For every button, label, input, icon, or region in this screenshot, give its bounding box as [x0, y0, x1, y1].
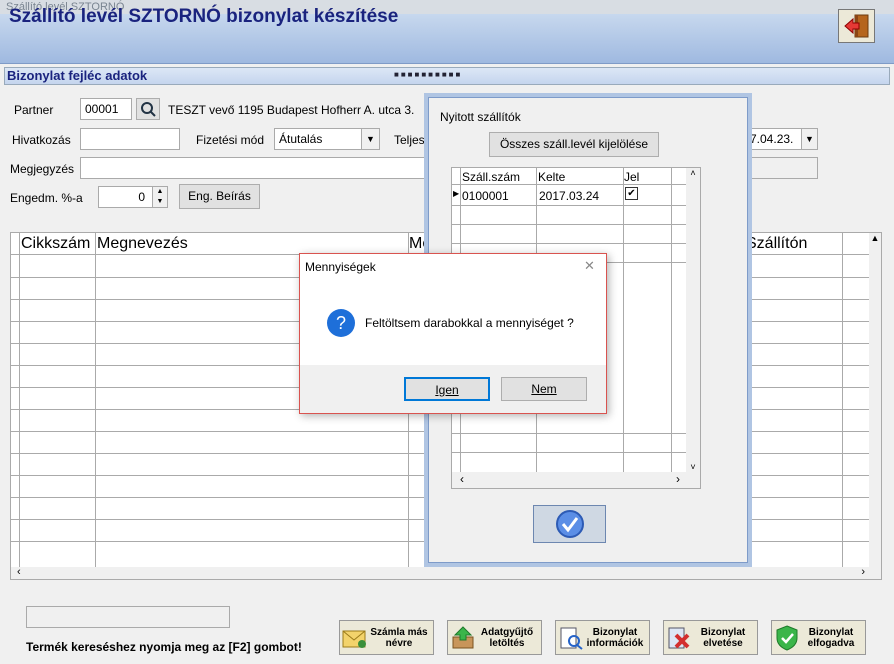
- grid-line: [452, 433, 686, 434]
- date-value: 7.04.23.: [750, 132, 794, 146]
- column-kelte[interactable]: Kelte: [538, 170, 565, 184]
- column-cikkszam[interactable]: Cikkszám: [21, 235, 90, 253]
- panel-title: Nyitott szállítók: [440, 110, 521, 124]
- panel-ok-button[interactable]: [533, 505, 606, 543]
- search-hint: Termék kereséshez nyomja meg az [F2] gom…: [26, 640, 302, 654]
- teljes-label: Teljes: [394, 133, 425, 147]
- status-field: [26, 606, 230, 628]
- scroll-up-icon[interactable]: ▲: [869, 233, 881, 243]
- scroll-down-icon[interactable]: ˅: [686, 462, 700, 472]
- discard-cross-icon: [664, 623, 694, 653]
- row-kelte: 2017.03.24: [539, 189, 600, 203]
- right-field[interactable]: [745, 157, 818, 179]
- envelope-icon: [340, 623, 370, 653]
- section-drag-handle[interactable]: ■■■■■■■■■■: [394, 70, 462, 79]
- row-pointer-icon: ▶: [453, 189, 460, 198]
- grid-line: [452, 243, 686, 244]
- page-title: Szállító levél SZTORNÓ bizonylat készíté…: [9, 6, 399, 27]
- fizetesi-value: Átutalás: [279, 132, 323, 146]
- grid-line: [452, 224, 686, 225]
- download-box-icon: [448, 623, 478, 653]
- hivatkozas-field[interactable]: [80, 128, 180, 150]
- accept-document-button[interactable]: Bizonylat elfogadva: [771, 620, 866, 655]
- button-label: Bizonylat elvetése: [700, 626, 746, 649]
- document-magnifier-icon: [556, 623, 586, 653]
- scroll-right-icon[interactable]: ›: [861, 566, 865, 578]
- chevron-down-icon[interactable]: ▼: [801, 129, 817, 149]
- invoice-other-name-button[interactable]: Számla más névre: [339, 620, 434, 655]
- column-megnevezes[interactable]: Megnevezés: [97, 235, 188, 253]
- row-jel-checkbox[interactable]: ✔: [625, 187, 638, 200]
- fizetesi-select[interactable]: Átutalás ▼: [274, 128, 380, 150]
- deliveries-header: Száll.szám Kelte Jel: [452, 168, 700, 185]
- scroll-left-icon[interactable]: ‹: [460, 472, 464, 486]
- button-label: Bizonylat elfogadva: [807, 626, 855, 649]
- row-szall-szam: 0100001: [462, 189, 509, 203]
- grid-line: [452, 205, 686, 206]
- horizontal-scrollbar[interactable]: ‹ ›: [11, 566, 881, 579]
- question-icon: ?: [326, 308, 356, 341]
- deliveries-vscroll[interactable]: ˄ ˅: [686, 168, 700, 474]
- partner-text: TESZT vevő 1195 Budapest Hofherr A. utca…: [168, 103, 415, 117]
- column-szall-szam[interactable]: Száll.szám: [462, 170, 520, 184]
- shield-check-icon: [772, 623, 802, 653]
- dialog-message: Feltöltsem darabokkal a mennyiséget ?: [365, 316, 574, 330]
- select-all-button[interactable]: Összes száll.levél kijelölése: [489, 132, 659, 157]
- scroll-up-icon[interactable]: ˄: [686, 168, 700, 178]
- no-button[interactable]: Nem: [501, 377, 587, 401]
- discard-document-button[interactable]: Bizonylat elvetése: [663, 620, 758, 655]
- scroll-right-icon[interactable]: ›: [676, 472, 680, 486]
- column-jel[interactable]: Jel: [624, 170, 639, 184]
- partner-search-button[interactable]: [136, 98, 160, 120]
- document-info-button[interactable]: Bizonylat információk: [555, 620, 650, 655]
- engedm-label: Engedm. %-a: [10, 191, 83, 205]
- eng-beiras-button[interactable]: Eng. Beírás: [179, 184, 260, 209]
- engedm-spinner[interactable]: ▲ ▼: [152, 187, 167, 207]
- grid-line: [623, 168, 624, 474]
- fizetesi-label: Fizetési mód: [196, 133, 265, 147]
- megjegyzes-label: Megjegyzés: [10, 162, 75, 176]
- svg-text:?: ?: [336, 313, 346, 333]
- close-icon[interactable]: ✕: [584, 258, 595, 274]
- scroll-left-icon[interactable]: ‹: [17, 566, 21, 578]
- partner-code-field[interactable]: 00001: [80, 98, 132, 120]
- yes-button[interactable]: Igen: [404, 377, 490, 401]
- grid-line: [452, 452, 686, 453]
- grid-line: [671, 168, 672, 474]
- search-icon: [141, 102, 156, 117]
- column-szalliton[interactable]: Szállítón: [746, 235, 807, 253]
- hivatkozas-label: Hivatkozás: [12, 133, 71, 147]
- dialog-title: Mennyiségek: [305, 260, 376, 274]
- megjegyzes-field[interactable]: [80, 157, 430, 179]
- button-label: Bizonylat információk: [586, 626, 644, 649]
- exit-button[interactable]: [838, 9, 875, 43]
- vertical-scrollbar[interactable]: ▲: [869, 233, 881, 569]
- button-label: Számla más névre: [370, 626, 428, 649]
- button-label: Adatgyűjtő letöltés: [480, 626, 534, 649]
- partner-label: Partner: [14, 103, 54, 117]
- date-field[interactable]: 7.04.23. ▼: [745, 128, 818, 150]
- table-row[interactable]: ▶ 0100001 2017.03.24 ✔: [452, 186, 700, 205]
- chevron-down-icon[interactable]: ▼: [361, 129, 379, 149]
- deliveries-hscroll[interactable]: ‹ ›: [452, 472, 700, 488]
- exit-door-icon: [843, 14, 868, 38]
- data-collector-button[interactable]: Adatgyűjtő letöltés: [447, 620, 542, 655]
- checkmark-circle-icon: [555, 510, 584, 538]
- section-title: Bizonylat fejléc adatok: [7, 68, 148, 83]
